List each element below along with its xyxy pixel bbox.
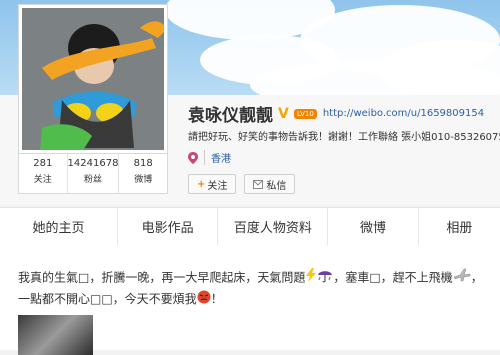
tab-films[interactable]: 电影作品 (118, 208, 219, 245)
lightning-icon (305, 268, 317, 288)
profile-tabs: 她的主页 电影作品 百度人物资料 微博 相册 (0, 207, 500, 246)
stat-label: 微博 (134, 175, 153, 185)
avatar[interactable] (22, 8, 164, 150)
location-link[interactable]: 香港 (204, 150, 231, 165)
stats-bar: 281 关注 14241678 粉丝 818 微博 (18, 154, 168, 194)
follow-button-label: 关注 (207, 180, 228, 192)
level-badge[interactable]: LV10 (294, 108, 317, 119)
stat-label: 粉丝 (83, 175, 102, 185)
post-text-part: ！ (210, 292, 223, 306)
tab-baidu-profile[interactable]: 百度人物资料 (218, 208, 329, 245)
angry-face-icon (197, 290, 211, 310)
stat-count: 14241678 (67, 158, 119, 169)
message-button-label: 私信 (266, 180, 287, 192)
stat-count: 281 (33, 158, 53, 169)
location-pin-icon (188, 151, 198, 164)
tab-home[interactable]: 她的主页 (0, 208, 119, 245)
stat-count: 818 (133, 158, 153, 169)
profile-name[interactable]: 袁咏仪靓靓 (188, 101, 273, 126)
stat-posts[interactable]: 818 微博 (119, 154, 167, 193)
airplane-icon (453, 268, 471, 288)
post-text-part: ，塞車□，趕不上飛機 (333, 270, 453, 285)
plus-icon: + (197, 178, 206, 190)
action-buttons: + 关注 私信 (188, 174, 303, 194)
post-image-thumbnail[interactable] (18, 315, 93, 355)
feed-post: 我真的生氣□，折騰一晚，再一大早爬起床，天氣問題 ，塞車□，趕不上飛機 ，一點都不開… (0, 245, 500, 355)
stat-followers[interactable]: 14241678 粉丝 (68, 154, 120, 193)
stat-label: 关注 (33, 175, 52, 185)
message-button[interactable]: 私信 (244, 174, 296, 194)
verified-v-icon[interactable]: V (278, 107, 292, 121)
post-text-part: 我真的生氣□，折騰一晚，再一大早爬起床，天氣問題 (18, 270, 306, 285)
umbrella-rain-icon (317, 267, 333, 289)
name-row: 袁咏仪靓靓 V LV10 http://weibo.com/u/16598091… (188, 101, 484, 126)
avatar-frame[interactable] (18, 4, 168, 154)
profile-url-link[interactable]: http://weibo.com/u/1659809154 (323, 108, 484, 119)
follow-button[interactable]: + 关注 (188, 174, 237, 194)
avatar-image (22, 8, 164, 150)
envelope-icon (253, 179, 264, 189)
profile-bio: 請把好玩、好笑的事物告訴我！謝謝！工作聯絡 張小姐010-85326075！ (188, 132, 500, 143)
tab-album[interactable]: 相册 (419, 208, 500, 245)
tab-weibo[interactable]: 微博 (328, 208, 419, 245)
stat-following[interactable]: 281 关注 (19, 154, 68, 193)
post-text: 我真的生氣□，折騰一晚，再一大早爬起床，天氣問題 ，塞車□，趕不上飛機 ，一點都不開… (18, 267, 493, 310)
location-row: 香港 (188, 150, 231, 165)
